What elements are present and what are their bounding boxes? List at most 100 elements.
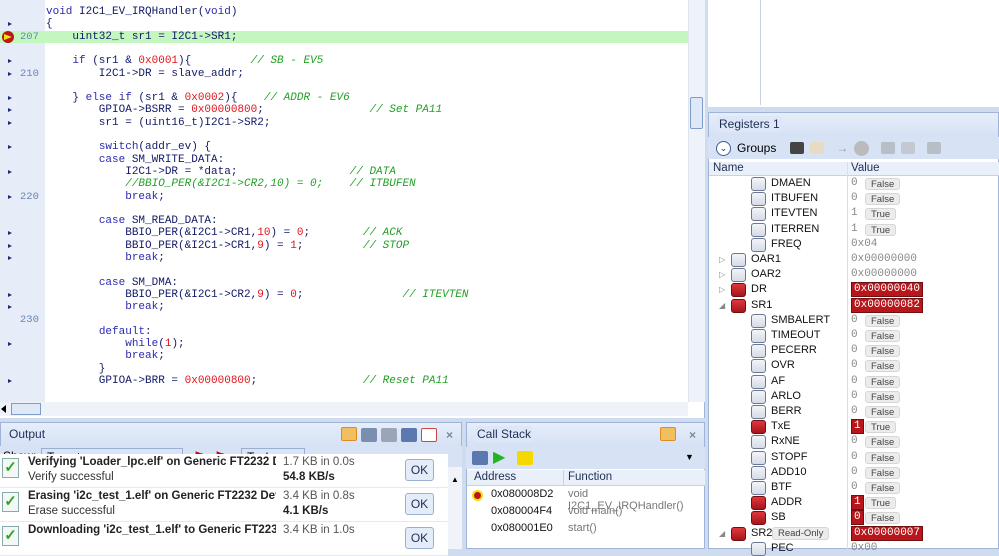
- breakpoint-site-icon[interactable]: [8, 305, 12, 310]
- horizontal-scroll-thumb[interactable]: [11, 403, 41, 415]
- register-value[interactable]: 0: [851, 450, 858, 465]
- code-line[interactable]: void I2C1_EV_IRQHandler(void): [0, 6, 688, 18]
- code-line[interactable]: 207 uint32_t sr1 = I2C1->SR1;: [0, 30, 688, 43]
- close-icon[interactable]: ×: [446, 428, 453, 442]
- register-value[interactable]: 0: [851, 328, 858, 343]
- call-stack-row[interactable]: 0x080001E0 start(): [467, 522, 705, 539]
- vertical-scrollbar[interactable]: [688, 0, 705, 402]
- code-line[interactable]: [0, 43, 688, 55]
- code-line[interactable]: default:: [0, 326, 688, 338]
- code-line[interactable]: break;: [0, 301, 688, 313]
- chart-icon[interactable]: [421, 428, 437, 442]
- arrow-right-icon[interactable]: →: [836, 141, 848, 155]
- output-item[interactable]: ✓ Erasing 'i2c_test_1.elf' on Generic FT2…: [0, 488, 448, 522]
- chip-icon[interactable]: [790, 142, 805, 154]
- register-row[interactable]: PEC 0x00: [709, 541, 999, 556]
- breakpoint-site-icon[interactable]: [8, 71, 12, 76]
- register-row[interactable]: ITERREN 1 True: [709, 222, 999, 237]
- expand-icon[interactable]: ▷: [719, 252, 725, 267]
- register-value[interactable]: 1: [851, 419, 864, 435]
- record-icon[interactable]: [854, 140, 870, 156]
- breakpoint-site-icon[interactable]: [8, 243, 12, 248]
- register-row[interactable]: ARLO 0 False: [709, 389, 999, 404]
- code-line[interactable]: I2C1->DR = *data; // DATA: [0, 166, 688, 178]
- run-icon[interactable]: ▶: [493, 447, 505, 467]
- register-value[interactable]: 0: [851, 510, 864, 526]
- menu-dropdown-icon[interactable]: ▼: [685, 452, 694, 462]
- register-value[interactable]: 0x04: [851, 237, 877, 252]
- code-line[interactable]: [0, 264, 688, 276]
- breakpoint-site-icon[interactable]: [8, 96, 12, 101]
- breakpoint-site-icon[interactable]: [8, 169, 12, 174]
- register-value[interactable]: 1: [851, 206, 858, 221]
- info-log-icon[interactable]: [381, 428, 397, 442]
- code-line[interactable]: //BBIO_PER(&I2C1->CR2,10) = 0; // ITBUFE…: [0, 178, 688, 190]
- breakpoint-site-icon[interactable]: [8, 22, 12, 27]
- code-line[interactable]: BBIO_PER(&I2C1->CR1,10) = 0; // ACK: [0, 227, 688, 239]
- register-row[interactable]: BERR 0 False: [709, 404, 999, 419]
- register-row[interactable]: AF 0 False: [709, 374, 999, 389]
- register-row[interactable]: ADDR 1 True: [709, 495, 999, 511]
- code-line[interactable]: 210 I2C1->DR = slave_addr;: [0, 68, 688, 80]
- groups-button[interactable]: Groups: [737, 141, 776, 155]
- register-value[interactable]: 1: [851, 495, 864, 511]
- frame-icon[interactable]: [472, 451, 488, 465]
- code-line[interactable]: [0, 129, 688, 141]
- code-line[interactable]: [0, 203, 688, 215]
- register-row[interactable]: ▷ DR 0x00000040: [709, 282, 999, 298]
- groups-chevron-icon[interactable]: ⌄: [716, 140, 731, 156]
- tree-icon[interactable]: [901, 142, 916, 154]
- register-value[interactable]: 0: [851, 176, 858, 191]
- chip-light-icon[interactable]: [810, 142, 825, 154]
- breakpoint-site-icon[interactable]: [8, 231, 12, 236]
- register-value[interactable]: 0: [851, 191, 858, 206]
- breakpoint-site-icon[interactable]: [8, 379, 12, 383]
- expand-icon[interactable]: ▷: [719, 282, 725, 297]
- column-name[interactable]: Name: [713, 162, 744, 174]
- register-row[interactable]: OVR 0 False: [709, 358, 999, 374]
- code-line[interactable]: switch(addr_ev) {: [0, 141, 688, 153]
- code-line[interactable]: BBIO_PER(&I2C1->CR2,9) = 0; // ITEVTEN: [0, 289, 688, 301]
- register-value[interactable]: 0: [851, 358, 858, 373]
- register-row[interactable]: ▷ OAR2 0x00000000: [709, 267, 999, 283]
- breakpoint-site-icon[interactable]: [8, 292, 12, 297]
- breakpoint-site-icon[interactable]: [8, 145, 12, 150]
- register-row[interactable]: ITEVTEN 1 True: [709, 206, 999, 222]
- register-row[interactable]: ▷ OAR1 0x00000000: [709, 252, 999, 267]
- code-line[interactable]: 230: [0, 314, 688, 326]
- breakpoint-site-icon[interactable]: [8, 256, 12, 260]
- code-line[interactable]: case SM_DMA:: [0, 277, 688, 289]
- breakpoint-site-icon[interactable]: [8, 108, 12, 113]
- code-line[interactable]: BBIO_PER(&I2C1->CR1,9) = 1; // STOP: [0, 240, 688, 252]
- output-item[interactable]: ✓ Downloading 'i2c_test_1.elf' to Generic…: [0, 522, 448, 556]
- expand-icon[interactable]: ◢: [719, 526, 725, 541]
- register-value[interactable]: 0: [851, 404, 858, 419]
- register-value[interactable]: 0: [851, 480, 858, 495]
- breakpoint-site-icon[interactable]: [8, 120, 12, 125]
- call-stack-row[interactable]: 0x080008D2 void I2C1_EV_IRQHandler(): [467, 488, 705, 512]
- code-line[interactable]: }: [0, 363, 688, 375]
- register-value[interactable]: 0x00000000: [851, 252, 917, 267]
- scroll-up-icon[interactable]: ▲: [451, 475, 459, 484]
- register-row[interactable]: BTF 0 False: [709, 480, 999, 495]
- column-address[interactable]: Address: [474, 471, 516, 483]
- ok-button[interactable]: OK: [405, 459, 434, 481]
- settings-icon[interactable]: [927, 142, 942, 154]
- book-icon[interactable]: [341, 427, 357, 441]
- horizontal-scrollbar[interactable]: [0, 402, 688, 416]
- expand-icon[interactable]: ◢: [719, 298, 725, 313]
- code-line[interactable]: if (sr1 & 0x0001){ // SB - EV5: [0, 55, 688, 67]
- code-line[interactable]: } else if (sr1 & 0x0002){ // ADDR - EV6: [0, 92, 688, 104]
- goto-icon[interactable]: [517, 451, 533, 465]
- scroll-left-arrow-icon[interactable]: [1, 405, 6, 413]
- code-line[interactable]: {: [0, 18, 688, 30]
- breakpoint-site-icon[interactable]: [8, 59, 12, 64]
- vertical-scroll-thumb[interactable]: [690, 97, 703, 129]
- column-value[interactable]: Value: [851, 162, 880, 174]
- register-row[interactable]: PECERR 0 False: [709, 343, 999, 359]
- breakpoint-site-icon[interactable]: [8, 194, 12, 199]
- code-line[interactable]: case SM_READ_DATA:: [0, 215, 688, 227]
- register-row[interactable]: SMBALERT 0 False: [709, 313, 999, 328]
- register-row[interactable]: DMAEN 0 False: [709, 176, 999, 191]
- register-value[interactable]: 0x00000040: [851, 282, 924, 298]
